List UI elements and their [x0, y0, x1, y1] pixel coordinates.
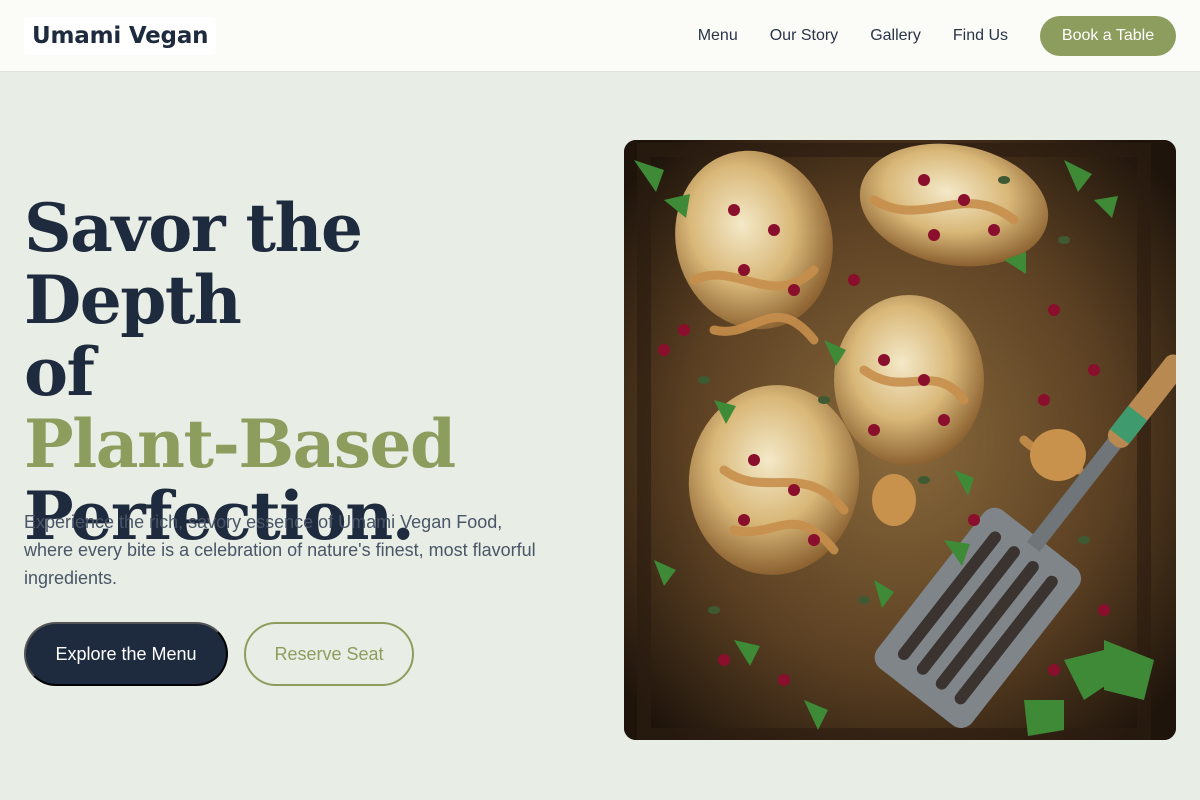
explore-menu-button[interactable]: Explore the Menu — [24, 622, 228, 686]
nav-link-find-us[interactable]: Find Us — [953, 27, 1008, 45]
hero-food-image — [624, 140, 1176, 740]
reserve-seat-button[interactable]: Reserve Seat — [244, 622, 414, 686]
hero-title-line: Savor the Depth — [24, 189, 363, 339]
book-table-button[interactable]: Book a Table — [1040, 15, 1176, 56]
brand-logo[interactable]: Umami Vegan — [24, 16, 217, 55]
nav-link-menu[interactable]: Menu — [698, 27, 738, 45]
roasted-cauliflower-illustration — [624, 140, 1176, 740]
hero-title-line: of — [24, 333, 95, 411]
site-header: Umami Vegan Menu Our Story Gallery Find … — [0, 0, 1200, 72]
nav-link-our-story[interactable]: Our Story — [770, 27, 838, 45]
nav-link-gallery[interactable]: Gallery — [870, 27, 921, 45]
main-nav: Menu Our Story Gallery Find Us Book a Ta… — [698, 15, 1176, 56]
hero-title: Savor the Depth of Plant-Based Perfectio… — [24, 192, 584, 552]
hero-subtitle: Experience the rich, savory essence of U… — [24, 512, 536, 588]
hero-title-accent: Plant-Based — [24, 405, 456, 483]
